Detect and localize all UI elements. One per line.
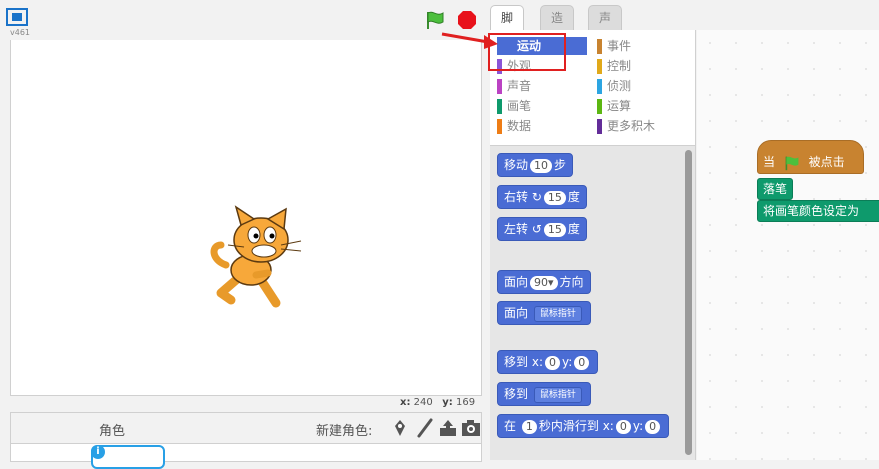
new-sprite-label: 新建角色: [316, 424, 373, 439]
info-icon[interactable]: i [91, 445, 105, 459]
category-control[interactable]: 控制 [597, 57, 687, 75]
block-point-towards[interactable]: 面向 鼠标指针 [497, 301, 591, 325]
category-color-bar [497, 79, 502, 94]
sprites-pane: 角色 新建角色: i [10, 412, 482, 469]
category-color-bar [597, 99, 602, 114]
block-palette: 运动 外观 声音 画笔 数据 事件 控制 侦测 运算 更多积木 移动 10 步 … [490, 30, 696, 460]
category-color-bar [597, 119, 602, 134]
block-turn-right[interactable]: 右转 ↻ 15 度 [497, 185, 587, 209]
category-color-bar [597, 79, 602, 94]
annotation-arrow-icon [441, 32, 498, 49]
category-pen[interactable]: 画笔 [497, 97, 587, 115]
when-flag-clicked-block[interactable]: 当 被点击 [757, 140, 864, 174]
version-label: v461 [10, 28, 31, 37]
upload-icon[interactable] [437, 418, 459, 438]
mouse-coordinates: x: 240 y: 169 [400, 397, 476, 408]
stop-icon[interactable] [457, 10, 477, 30]
stage-toolbar: v461 [0, 0, 487, 40]
green-flag-icon[interactable] [425, 10, 445, 30]
category-data[interactable]: 数据 [497, 117, 587, 135]
camera-icon[interactable] [460, 418, 482, 438]
sprites-label: 角色 [99, 424, 126, 439]
tab-costumes[interactable]: 造型 [540, 5, 575, 49]
sprites-header: 角色 新建角色: [11, 413, 481, 444]
category-events[interactable]: 事件 [597, 37, 687, 55]
block-point-in-direction[interactable]: 面向 90▾ 方向 [497, 270, 591, 294]
block-go-to[interactable]: 移到 鼠标指针 [497, 382, 591, 406]
set-pen-color-block[interactable]: 将画笔颜色设定为 [757, 200, 879, 222]
block-move-steps[interactable]: 移动 10 步 [497, 153, 574, 177]
tab-scripts[interactable]: 脚本 [490, 5, 525, 49]
stage[interactable] [10, 40, 482, 396]
palette-scrollbar[interactable] [685, 150, 692, 455]
choose-sprite-library-icon[interactable] [389, 418, 411, 438]
rotate-clockwise-icon: ↻ [531, 190, 542, 204]
pen-down-block[interactable]: 落笔 [757, 178, 794, 200]
script-area[interactable]: 当 被点击 落笔 将画笔颜色设定为 [697, 30, 879, 460]
block-go-to-xy[interactable]: 移到 x: 0 y: 0 [497, 350, 599, 374]
category-more-blocks[interactable]: 更多积木 [597, 117, 687, 135]
category-operators[interactable]: 运算 [597, 97, 687, 115]
category-color-bar [497, 99, 502, 114]
cat-sprite[interactable] [206, 205, 316, 315]
block-glide[interactable]: 在 1 秒内滑行到 x: 0 y: 0 [497, 414, 670, 438]
block-turn-left[interactable]: 左转 ↺ 15 度 [497, 217, 587, 241]
category-sensing[interactable]: 侦测 [597, 77, 687, 95]
rotate-counterclockwise-icon: ↺ [531, 222, 542, 236]
green-flag-icon [785, 156, 799, 170]
category-color-bar [597, 39, 602, 54]
paint-brush-icon[interactable] [414, 418, 436, 438]
category-color-bar [497, 119, 502, 134]
fullscreen-icon[interactable] [6, 8, 28, 26]
tab-sounds[interactable]: 声音 [588, 5, 623, 49]
category-color-bar [597, 59, 602, 74]
category-sound[interactable]: 声音 [497, 77, 587, 95]
